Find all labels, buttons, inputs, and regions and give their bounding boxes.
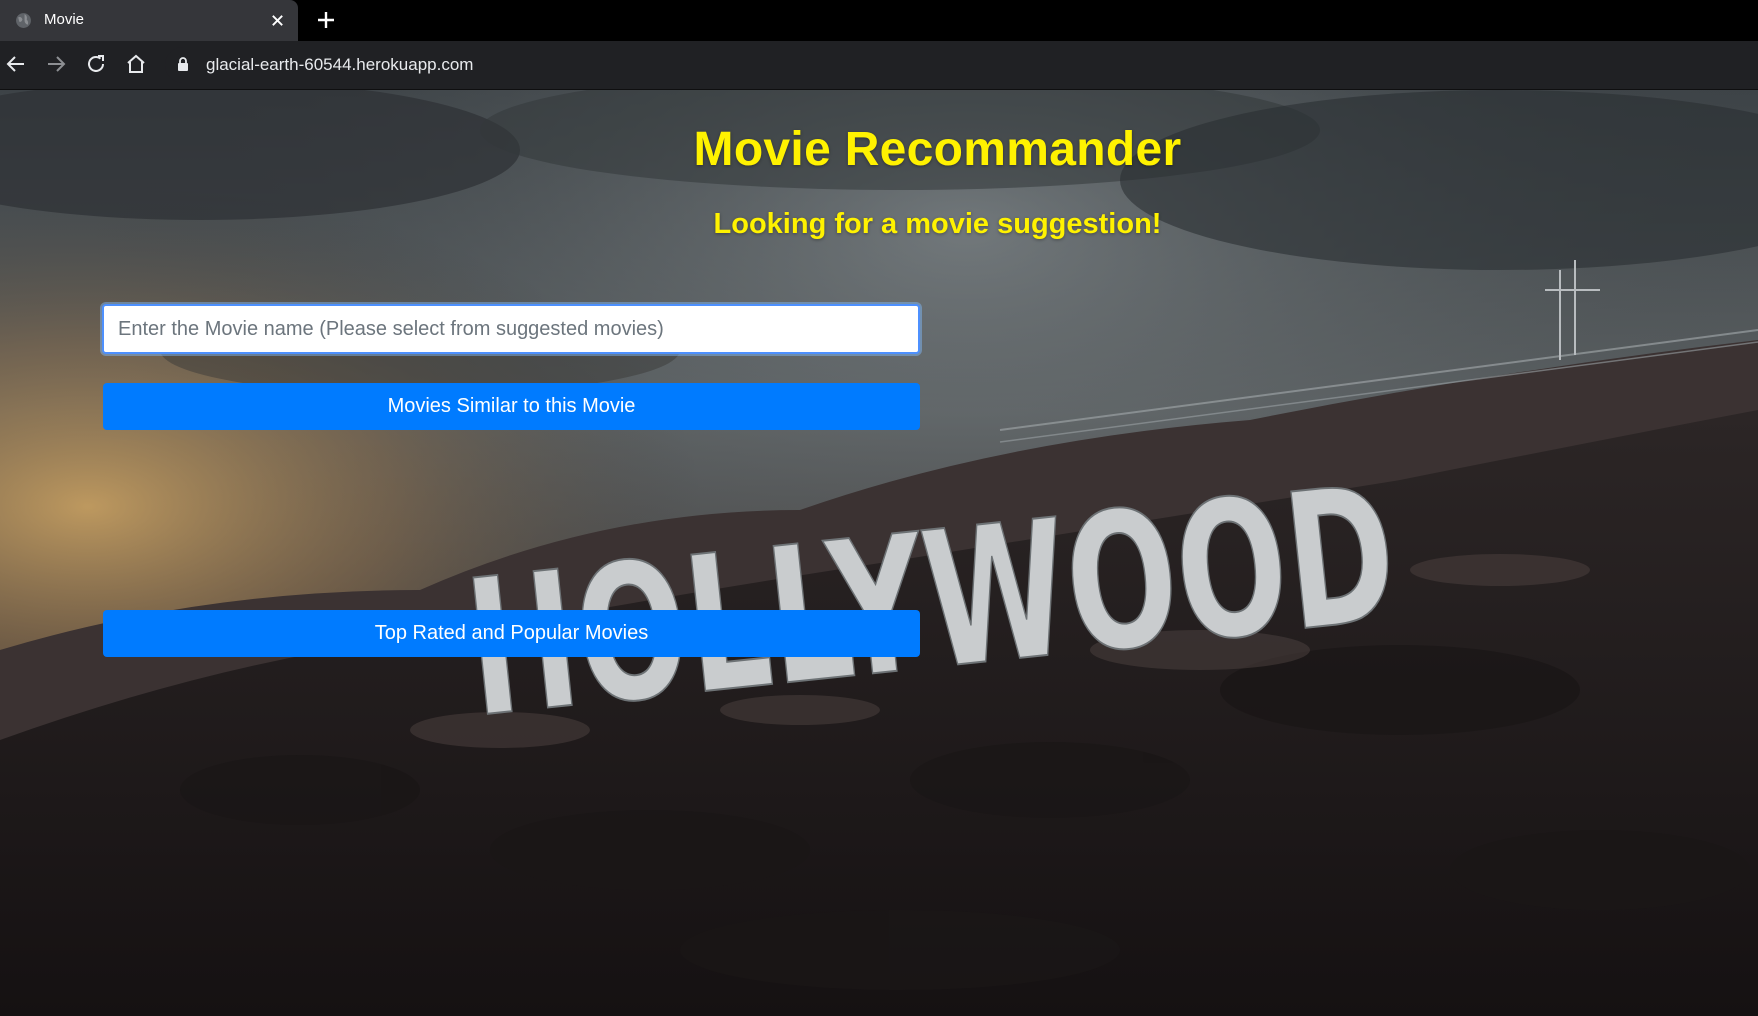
home-icon[interactable] — [124, 52, 148, 76]
page-subtitle: Looking for a movie suggestion! — [713, 208, 1162, 240]
movie-search-input[interactable] — [102, 304, 920, 354]
globe-icon — [16, 13, 31, 28]
similar-movies-button[interactable]: Movies Similar to this Movie — [103, 383, 920, 430]
url-text[interactable]: glacial-earth-60544.herokuapp.com — [206, 55, 473, 75]
close-icon[interactable] — [270, 13, 285, 28]
back-arrow-icon[interactable] — [4, 52, 28, 76]
tab-title: Movie — [44, 11, 85, 28]
browser-tab-strip: Movie — [0, 0, 1758, 41]
address-bar[interactable]: glacial-earth-60544.herokuapp.com — [165, 47, 1758, 83]
top-rated-movies-button[interactable]: Top Rated and Popular Movies — [103, 610, 920, 657]
reload-icon[interactable] — [84, 52, 108, 76]
browser-tab[interactable]: Movie — [0, 0, 298, 41]
lock-icon[interactable] — [177, 57, 189, 72]
page-viewport: HOLLYWOOD Movie Recommander Looking for … — [0, 90, 1758, 1016]
main-content: Movie Recommander Looking for a movie su… — [0, 90, 1758, 1016]
new-tab-icon[interactable] — [316, 10, 336, 30]
forward-arrow-icon[interactable] — [44, 52, 68, 76]
browser-toolbar: glacial-earth-60544.herokuapp.com — [0, 41, 1758, 90]
page-title: Movie Recommander — [693, 123, 1182, 176]
